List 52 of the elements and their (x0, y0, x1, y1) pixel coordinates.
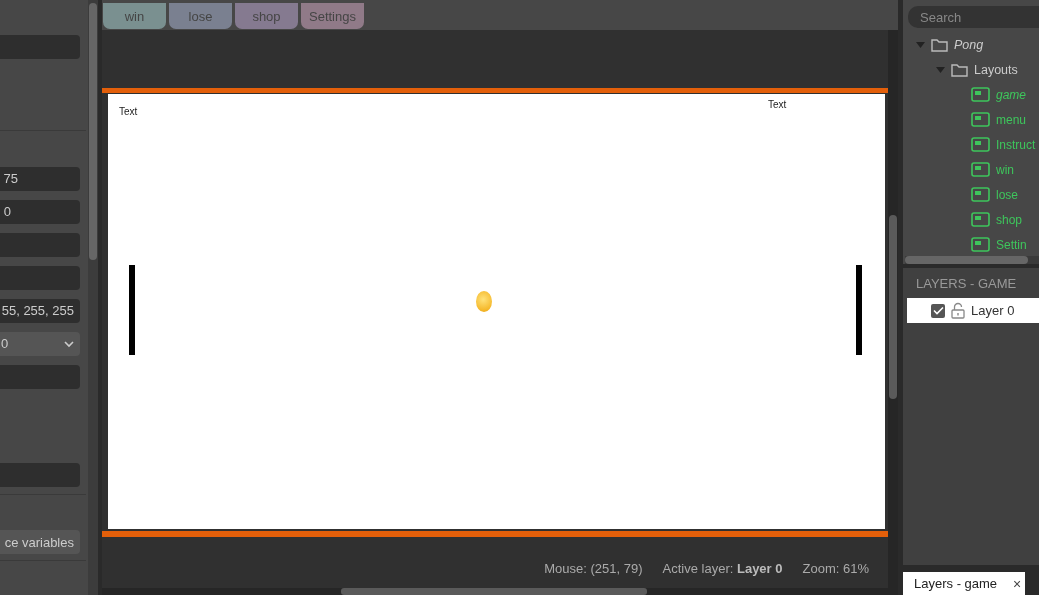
input-field[interactable] (0, 233, 80, 257)
layout-icon (971, 212, 990, 227)
layout-icon (971, 162, 990, 177)
folder-icon (931, 37, 948, 52)
scrollbar-thumb[interactable] (905, 256, 1028, 264)
scrollbar-thumb[interactable] (889, 215, 897, 400)
zoom-level: Zoom: 61% (802, 560, 869, 576)
ball (476, 291, 492, 313)
input-field[interactable]: 75 (0, 167, 80, 191)
input-field[interactable] (0, 365, 80, 389)
dropdown[interactable]: 0 (0, 332, 80, 356)
tree-item[interactable]: game (996, 87, 1027, 102)
tree-item[interactable]: menu (996, 112, 1027, 127)
active-layer: Active layer: Layer 0 (662, 560, 783, 576)
expand-down-icon[interactable] (936, 65, 945, 74)
layout-icon (971, 187, 990, 202)
tree-item[interactable]: lose (996, 187, 1018, 202)
panel-tab[interactable]: Layers - game × (903, 572, 1025, 595)
layout-icon (971, 87, 990, 102)
input-field[interactable] (0, 35, 80, 59)
layout-tab[interactable]: shop (235, 3, 298, 29)
layout-tab[interactable]: lose (169, 3, 232, 29)
scrollbar-thumb[interactable] (341, 588, 647, 595)
layout-icon (971, 137, 990, 152)
chevron-down-icon (64, 340, 74, 348)
instance-variables-button[interactable]: ce variables (0, 530, 80, 554)
folder-icon (951, 62, 968, 77)
tree-item[interactable]: Pong (954, 37, 984, 52)
input-field[interactable] (0, 266, 80, 290)
layer-row[interactable]: Layer 0 (907, 298, 1039, 323)
close-icon[interactable]: × (1013, 575, 1022, 592)
tree-item[interactable]: Layouts (974, 62, 1018, 77)
input-field[interactable]: 0 (0, 200, 80, 224)
unlock-icon[interactable] (951, 302, 965, 319)
tree-item[interactable]: Instruct (996, 137, 1036, 152)
text-object: Text (768, 99, 787, 111)
checkbox[interactable] (931, 303, 945, 318)
layout-tab[interactable]: win (103, 3, 166, 29)
panel-title: LAYERS - GAME (915, 274, 1018, 293)
layout-tab[interactable]: Settings (301, 3, 364, 29)
layout-icon (971, 237, 990, 252)
expand-down-icon[interactable] (916, 40, 925, 49)
tree-item[interactable]: Settin (996, 237, 1027, 252)
tree-item[interactable]: win (996, 162, 1014, 177)
scrollbar-thumb[interactable] (89, 3, 97, 260)
search-field[interactable]: Search (908, 6, 1039, 28)
input-field[interactable]: 55, 255, 255 (0, 299, 80, 323)
input-field[interactable] (0, 463, 80, 487)
layout-icon (971, 112, 990, 127)
tree-item[interactable]: shop (996, 212, 1023, 227)
mouse-position: Mouse: (251, 79) (544, 560, 643, 576)
text-object: Text (119, 106, 138, 118)
